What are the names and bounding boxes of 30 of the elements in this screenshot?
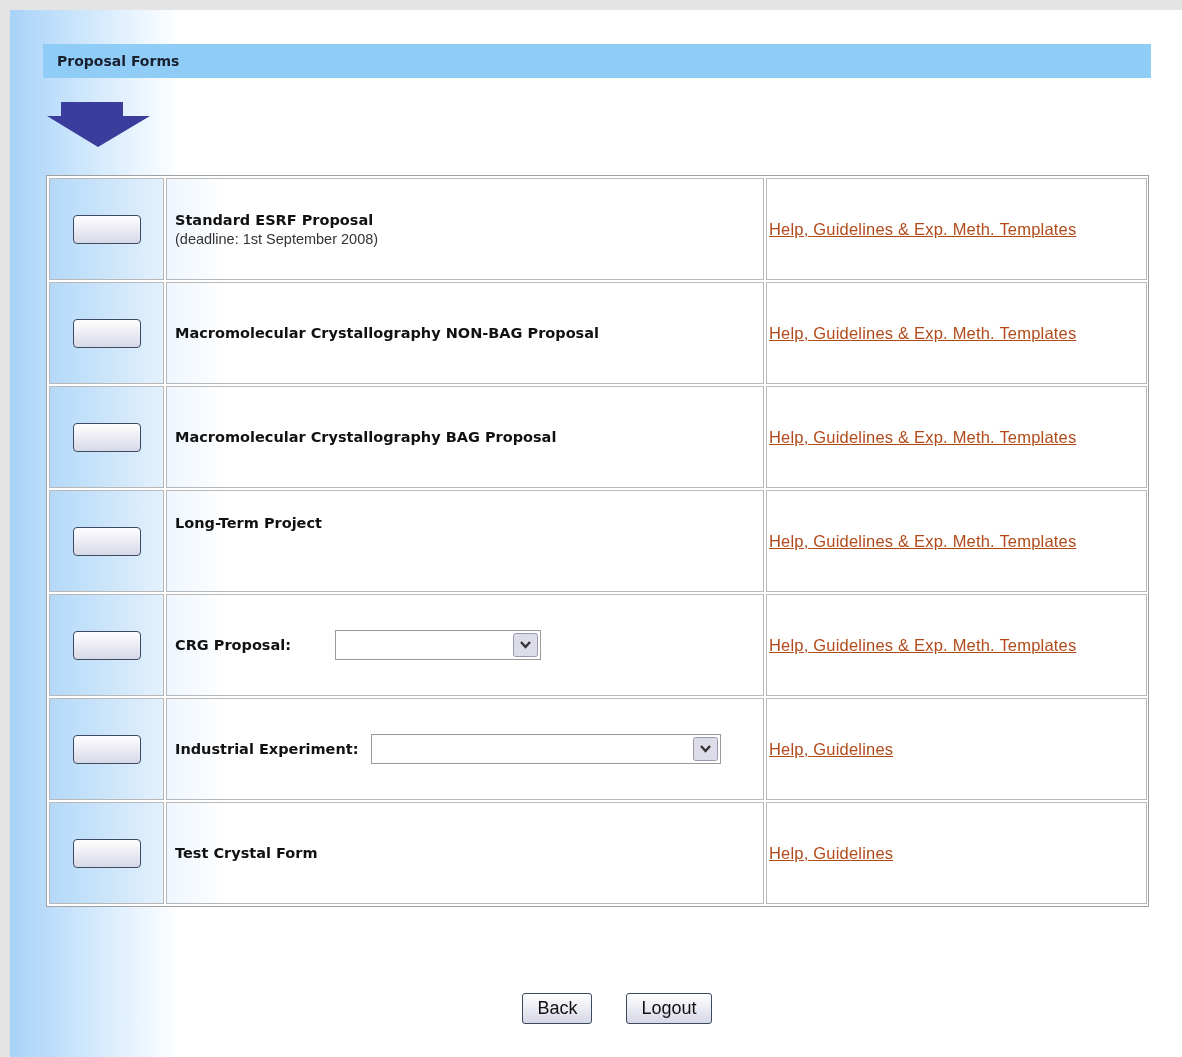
select-button[interactable] xyxy=(72,734,141,764)
help-link[interactable]: Help, Guidelines & Exp. Meth. Templates xyxy=(769,323,1077,343)
help-link[interactable]: Help, Guidelines xyxy=(769,843,894,863)
select-button[interactable] xyxy=(72,214,141,244)
dropdown-field[interactable] xyxy=(335,630,542,660)
deadline-note: (deadline: 1st September 2008) xyxy=(175,230,379,247)
help-link[interactable]: Help, Guidelines xyxy=(769,739,894,759)
select-button[interactable] xyxy=(72,526,141,556)
proposal-title: CRG Proposal: xyxy=(175,637,292,653)
help-link[interactable]: Help, Guidelines & Exp. Meth. Templates xyxy=(769,635,1077,655)
select-button[interactable] xyxy=(72,630,141,660)
select-button[interactable] xyxy=(72,838,141,868)
proposal-title: Long-Term Project xyxy=(175,515,322,531)
help-link[interactable]: Help, Guidelines & Exp. Meth. Templates xyxy=(769,531,1077,551)
proposal-title: Test Crystal Form xyxy=(175,845,318,861)
proposal-title: Standard ESRF Proposal xyxy=(175,211,374,228)
chevron-down-icon xyxy=(692,737,718,761)
select-button[interactable] xyxy=(72,318,141,348)
down-arrow-icon xyxy=(47,102,150,147)
proposal-title: Macromolecular Crystallography NON-BAG Proposal xyxy=(175,325,599,341)
section-title: Proposal Forms xyxy=(43,44,1151,78)
proposal-title: Macromolecular Crystallography BAG Proposal xyxy=(175,429,557,445)
help-link[interactable]: Help, Guidelines & Exp. Meth. Templates xyxy=(769,427,1077,447)
dropdown-field[interactable] xyxy=(370,734,721,764)
form-button[interactable]: Logout xyxy=(626,993,712,1024)
help-link[interactable]: Help, Guidelines & Exp. Meth. Templates xyxy=(769,219,1077,239)
proposal-title: Industrial Experiment: xyxy=(175,741,359,757)
form-button[interactable]: Back xyxy=(522,993,593,1024)
chevron-down-icon xyxy=(513,633,539,657)
select-button[interactable] xyxy=(72,422,141,452)
